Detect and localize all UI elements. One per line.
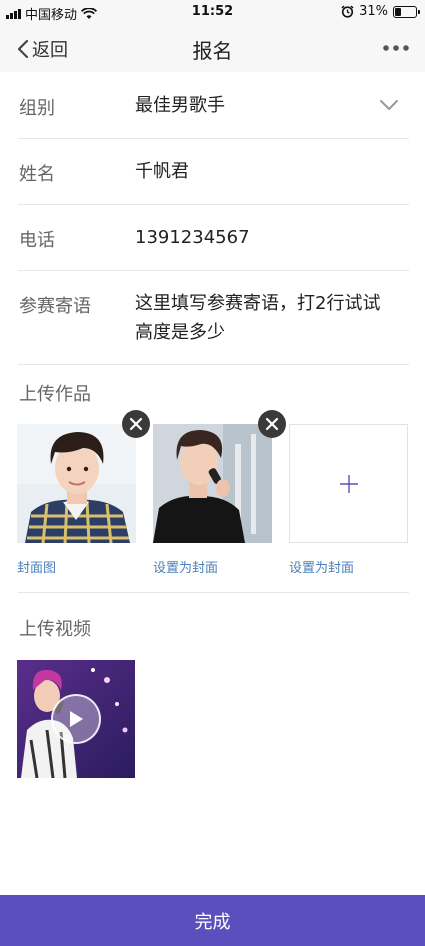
message-line-1: 这里填写参赛寄语，打2行试试: [135, 293, 381, 314]
nav-bar: 返回 报名: [0, 24, 425, 72]
plus-icon: [339, 474, 358, 493]
signup-form: 组别 最佳男歌手 姓名 千帆君 电话 1391234567 参赛寄语 这里填写参…: [18, 72, 409, 365]
message-line-2: 高度是多少: [135, 322, 225, 343]
name-field[interactable]: 千帆君: [135, 157, 189, 186]
phone-row[interactable]: 电话 1391234567: [18, 205, 409, 271]
status-bar: 中国移动 11:52 31%: [0, 0, 425, 24]
group-value: 最佳男歌手: [135, 95, 225, 116]
work-item: 封面图: [17, 424, 136, 576]
work-photo[interactable]: [153, 424, 272, 543]
play-icon: [70, 711, 83, 727]
message-row[interactable]: 参赛寄语 这里填写参赛寄语，打2行试试 高度是多少: [18, 271, 409, 365]
group-label: 组别: [19, 98, 55, 119]
work-item: 设置为封面: [289, 424, 408, 576]
portrait-photo-1: [17, 424, 136, 543]
battery-fill: [395, 7, 401, 16]
works-title: 上传作品: [19, 384, 91, 405]
set-cover-link[interactable]: 设置为封面: [289, 557, 408, 576]
more-button[interactable]: [383, 36, 409, 64]
chevron-down-icon[interactable]: [379, 98, 399, 112]
page-title: 报名: [192, 39, 233, 63]
phone-label: 电话: [19, 230, 55, 251]
play-button[interactable]: [51, 694, 101, 744]
name-row[interactable]: 姓名 千帆君: [18, 139, 409, 205]
group-row[interactable]: 组别 最佳男歌手: [18, 72, 409, 139]
battery-icon: [393, 5, 420, 18]
video-title: 上传视频: [19, 619, 91, 640]
add-work-button[interactable]: [289, 424, 408, 543]
close-icon: [265, 417, 279, 431]
phone-field[interactable]: 1391234567: [135, 223, 250, 252]
portrait-photo-2: [153, 424, 272, 543]
work-photo[interactable]: [17, 424, 136, 543]
remove-button[interactable]: [122, 410, 150, 438]
remove-button[interactable]: [258, 410, 286, 438]
close-icon: [129, 417, 143, 431]
battery-percent: 31%: [359, 4, 388, 19]
work-caption[interactable]: 封面图: [17, 557, 136, 576]
status-right: 31%: [341, 4, 420, 19]
work-item: 设置为封面: [153, 424, 272, 576]
video-thumbnail[interactable]: [17, 660, 135, 778]
set-cover-link[interactable]: 设置为封面: [153, 557, 272, 576]
more-dots-icon: [383, 45, 409, 51]
message-field[interactable]: 这里填写参赛寄语，打2行试试 高度是多少: [135, 289, 380, 347]
name-label: 姓名: [19, 164, 55, 185]
submit-button[interactable]: 完成: [0, 895, 425, 946]
message-label: 参赛寄语: [19, 296, 91, 317]
alarm-icon: [341, 5, 354, 18]
